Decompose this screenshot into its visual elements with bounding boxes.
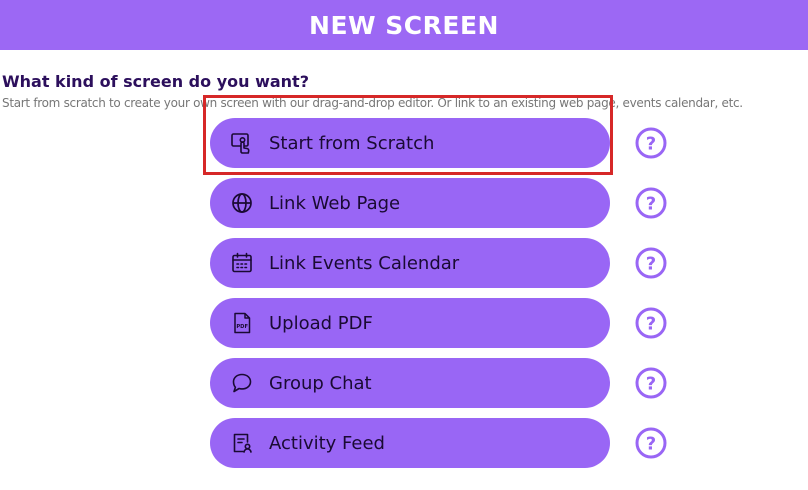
svg-text:PDF: PDF <box>236 324 248 330</box>
help-circle-icon: ? <box>635 127 667 159</box>
svg-text:?: ? <box>646 194 656 215</box>
help-circle-icon: ? <box>635 367 667 399</box>
calendar-icon <box>229 250 255 276</box>
help-circle-icon: ? <box>635 247 667 279</box>
help-button-activity-feed[interactable]: ? <box>634 426 668 460</box>
help-circle-icon: ? <box>635 427 667 459</box>
option-link-web-page[interactable]: Link Web Page <box>210 178 610 228</box>
globe-icon <box>229 190 255 216</box>
activity-feed-icon <box>229 430 255 456</box>
chat-bubble-icon <box>229 370 255 396</box>
help-button-link-web-page[interactable]: ? <box>634 186 668 220</box>
help-button-group-chat[interactable]: ? <box>634 366 668 400</box>
help-circle-icon: ? <box>635 187 667 219</box>
option-start-from-scratch[interactable]: Start from Scratch <box>210 118 610 168</box>
touch-screen-icon <box>229 130 255 156</box>
option-label: Activity Feed <box>269 432 385 454</box>
option-activity-feed[interactable]: Activity Feed <box>210 418 610 468</box>
option-label: Start from Scratch <box>269 132 435 154</box>
screen-type-description: Start from scratch to create your own sc… <box>2 96 743 110</box>
svg-text:?: ? <box>646 314 656 335</box>
help-button-start-from-scratch[interactable]: ? <box>634 126 668 160</box>
page-title: NEW SCREEN <box>309 10 499 40</box>
pdf-file-icon: PDF <box>229 310 255 336</box>
svg-text:?: ? <box>646 254 656 275</box>
svg-text:?: ? <box>646 434 656 455</box>
option-label: Link Web Page <box>269 192 401 214</box>
help-circle-icon: ? <box>635 307 667 339</box>
option-group-chat[interactable]: Group Chat <box>210 358 610 408</box>
svg-text:?: ? <box>646 374 656 395</box>
option-label: Upload PDF <box>269 312 373 334</box>
help-button-link-events-calendar[interactable]: ? <box>634 246 668 280</box>
option-link-events-calendar[interactable]: Link Events Calendar <box>210 238 610 288</box>
header-bar: NEW SCREEN <box>0 0 808 50</box>
option-label: Group Chat <box>269 372 372 394</box>
help-button-upload-pdf[interactable]: ? <box>634 306 668 340</box>
option-upload-pdf[interactable]: PDF Upload PDF <box>210 298 610 348</box>
option-label: Link Events Calendar <box>269 252 460 274</box>
screen-type-question: What kind of screen do you want? <box>2 72 309 91</box>
svg-text:?: ? <box>646 134 656 155</box>
